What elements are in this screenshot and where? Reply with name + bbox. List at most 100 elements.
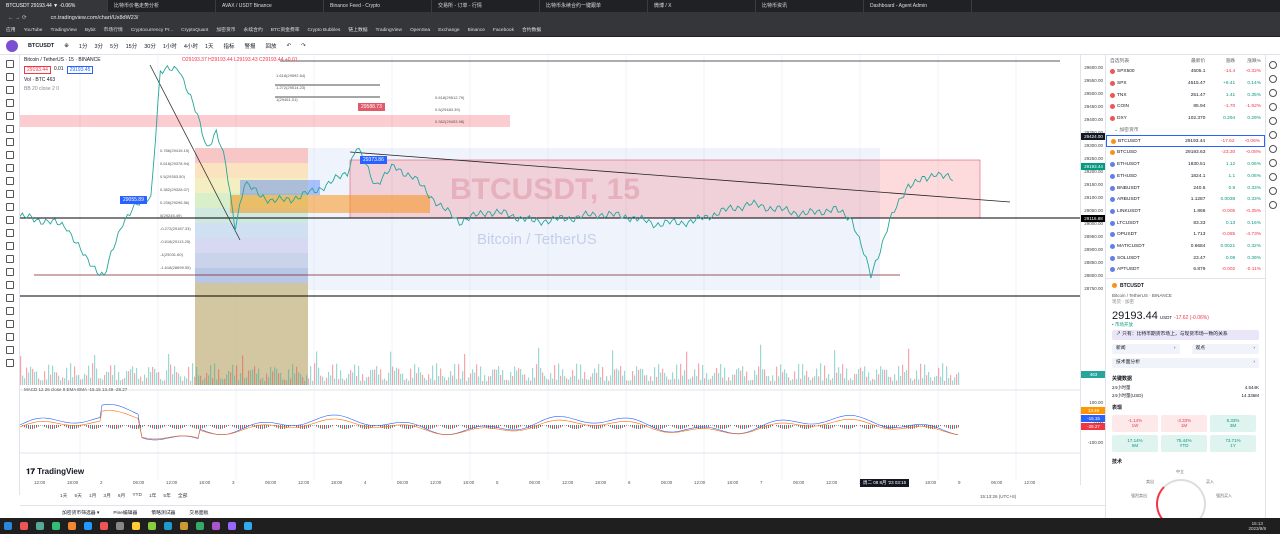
browser-tab[interactable]: 微博 / X bbox=[648, 0, 756, 12]
column-header[interactable]: 自选列表 bbox=[1110, 57, 1168, 64]
watchlist-row[interactable]: SOLUSDT 23.47 0.09 0.39% bbox=[1106, 252, 1265, 264]
sidebar-icon[interactable] bbox=[1269, 173, 1277, 181]
drawing-tool-icon[interactable] bbox=[6, 99, 14, 107]
drawing-tool-icon[interactable] bbox=[6, 320, 14, 328]
sidebar-icon[interactable] bbox=[1269, 201, 1277, 209]
bookmark[interactable]: YouTube bbox=[24, 25, 43, 36]
bookmark[interactable]: BTC资金费率 bbox=[271, 25, 300, 36]
drawing-tool-icon[interactable] bbox=[6, 255, 14, 263]
drawing-tool-icon[interactable] bbox=[6, 346, 14, 354]
timezone-label[interactable]: 15:13:26 (UTC+8) bbox=[980, 494, 1016, 499]
bookmark[interactable]: 合约数据 bbox=[522, 25, 541, 36]
performance-cell[interactable]: -1.14% 1W bbox=[1112, 414, 1158, 432]
watchlist-row[interactable]: BTCUSD 29193.63 -23.30 -0.08% bbox=[1106, 147, 1265, 159]
drawing-tool-icon[interactable] bbox=[6, 294, 14, 302]
watchlist-row[interactable]: ETHUSDT 1830.51 1.12 0.06% bbox=[1106, 159, 1265, 171]
taskbar-app-icon[interactable] bbox=[52, 522, 60, 530]
timeframe-6[interactable]: 1年 bbox=[149, 492, 156, 499]
taskbar-app-icon[interactable] bbox=[20, 522, 28, 530]
taskbar-app-icon[interactable] bbox=[164, 522, 172, 530]
drawing-tool-icon[interactable] bbox=[6, 73, 14, 81]
drawing-tool-icon[interactable] bbox=[6, 138, 14, 146]
browser-tab[interactable]: 比特币永续合约一键跟单 bbox=[540, 0, 648, 12]
browser-tab[interactable]: Binance Feed - Crypto bbox=[324, 0, 432, 12]
browser-tab[interactable]: 比特币资讯 bbox=[756, 0, 864, 12]
sidebar-icon[interactable] bbox=[1269, 187, 1277, 195]
timeframe-2[interactable]: 1月 bbox=[89, 492, 96, 499]
taskbar-app-icon[interactable] bbox=[228, 522, 236, 530]
news-link[interactable]: 新闻 › bbox=[1112, 343, 1180, 354]
drawing-tool-icon[interactable] bbox=[6, 333, 14, 341]
buy-button[interactable]: 29193.45 bbox=[66, 66, 94, 74]
alert-button[interactable]: 警报 bbox=[245, 42, 256, 50]
browser-tab[interactable]: 比特币价格走势分析 bbox=[108, 0, 216, 12]
browser-tab[interactable]: Dashboard - Agent Admin bbox=[864, 0, 972, 12]
taskbar-app-icon[interactable] bbox=[100, 522, 108, 530]
bookmark[interactable]: 市场行情 bbox=[104, 25, 123, 36]
column-header[interactable]: 涨跌% bbox=[1235, 57, 1261, 64]
taskbar-app-icon[interactable] bbox=[180, 522, 188, 530]
performance-cell[interactable]: 73.71% 1Y bbox=[1210, 434, 1256, 452]
taskbar-app-icon[interactable] bbox=[148, 522, 156, 530]
drawing-tool-icon[interactable] bbox=[6, 216, 14, 224]
interval-2[interactable]: 5分 bbox=[110, 42, 119, 50]
interval-5[interactable]: 1小时 bbox=[163, 42, 177, 50]
sell-button[interactable]: 29193.44 bbox=[24, 66, 51, 74]
drawing-tool-icon[interactable] bbox=[6, 242, 14, 250]
sidebar-icon[interactable] bbox=[1269, 75, 1277, 83]
drawing-tool-icon[interactable] bbox=[6, 281, 14, 289]
watchlist-row[interactable]: LTCUSDT 83.33 0.13 0.16% bbox=[1106, 217, 1265, 229]
drawing-tool-icon[interactable] bbox=[6, 190, 14, 198]
browser-tab[interactable]: AVAX / USDT Binance bbox=[216, 0, 324, 12]
drawing-tool-icon[interactable] bbox=[6, 203, 14, 211]
taskbar-app-icon[interactable] bbox=[196, 522, 204, 530]
address-bar[interactable]: ← → ⟳ cn.tradingview.com/chart/Ux8dW23/ bbox=[0, 12, 1280, 25]
interval-6[interactable]: 4小时 bbox=[184, 42, 198, 50]
bookmark[interactable]: Crypto Bubbles bbox=[308, 25, 341, 36]
watchlist-row[interactable]: BTCUSDT 29193.44 -17.62 -0.06% bbox=[1106, 135, 1265, 148]
taskbar-app-icon[interactable] bbox=[84, 522, 92, 530]
bookmark[interactable]: 永续合约 bbox=[244, 25, 263, 36]
drawing-tool-icon[interactable] bbox=[6, 125, 14, 133]
ideas-link[interactable]: 观点 › bbox=[1191, 343, 1259, 354]
price-axis[interactable]: 29600.00 29550.00 29500.00 29450.00 29400.00… bbox=[1080, 55, 1106, 485]
sidebar-icon[interactable] bbox=[1269, 145, 1277, 153]
taskbar-app-icon[interactable] bbox=[212, 522, 220, 530]
timeframe-1[interactable]: 5天 bbox=[74, 492, 81, 499]
chart-pane[interactable]: Bitcoin / TetherUS · 15 · BINANCE O29193… bbox=[20, 55, 1080, 485]
bottom-tab-1[interactable]: Pine编辑器 bbox=[113, 509, 137, 516]
interval-1[interactable]: 3分 bbox=[94, 42, 103, 50]
taskbar-app-icon[interactable] bbox=[132, 522, 140, 530]
watchlist-row[interactable]: OPUSDT 1.713 -0.085 -4.73% bbox=[1106, 229, 1265, 241]
sidebar-icon[interactable] bbox=[1269, 61, 1277, 69]
bookmark[interactable]: 应用 bbox=[6, 25, 16, 36]
drawing-tool-icon[interactable] bbox=[6, 164, 14, 172]
timeframe-8[interactable]: 全部 bbox=[178, 492, 188, 499]
bookmark[interactable]: 链上数据 bbox=[348, 25, 367, 36]
time-axis[interactable]: 12:00 18:00 2 06:00 12:00 18:00 3 06:00 12:00 18:… bbox=[20, 479, 1080, 490]
drawing-tool-icon[interactable] bbox=[6, 177, 14, 185]
drawing-tool-icon[interactable] bbox=[6, 359, 14, 367]
interval-0[interactable]: 1分 bbox=[79, 42, 88, 50]
watchlist-row[interactable]: LINKUSDT 1.866 -0.005 -0.35% bbox=[1106, 206, 1265, 218]
timeframe-0[interactable]: 1天 bbox=[60, 492, 67, 499]
column-header[interactable]: 最新价 bbox=[1168, 57, 1205, 64]
bookmark[interactable]: Cryptocurrency Pr... bbox=[131, 25, 173, 36]
taskbar-app-icon[interactable] bbox=[4, 522, 12, 530]
browser-tab[interactable]: BTCUSDT 29193.44 ▼ -0.06% bbox=[0, 0, 108, 12]
bookmark[interactable]: 加密货币 bbox=[216, 25, 235, 36]
sidebar-icon[interactable] bbox=[1269, 131, 1277, 139]
drawing-tool-icon[interactable] bbox=[6, 60, 14, 68]
drawing-tool-icon[interactable] bbox=[6, 268, 14, 276]
column-header[interactable]: 涨跌 bbox=[1205, 57, 1236, 64]
redo-button[interactable]: ↷ bbox=[301, 43, 306, 49]
browser-tab[interactable]: 交易所 - 订单 - 行情 bbox=[432, 0, 540, 12]
performance-cell[interactable]: 75.44% YTD bbox=[1161, 434, 1207, 452]
user-avatar[interactable] bbox=[6, 39, 18, 52]
bookmark[interactable]: OpenSea bbox=[410, 25, 430, 36]
watchlist-row[interactable]: ARBUSDT 1.1287 0.0038 0.33% bbox=[1106, 194, 1265, 206]
bottom-tab-3[interactable]: 交易面板 bbox=[189, 509, 208, 516]
drawing-tool-icon[interactable] bbox=[6, 151, 14, 159]
bookmark[interactable]: Exchange bbox=[438, 25, 459, 36]
detail-banner[interactable]: ↗ 只有：比特币期货市场上，与现货市场一致的关系 bbox=[1112, 329, 1259, 340]
